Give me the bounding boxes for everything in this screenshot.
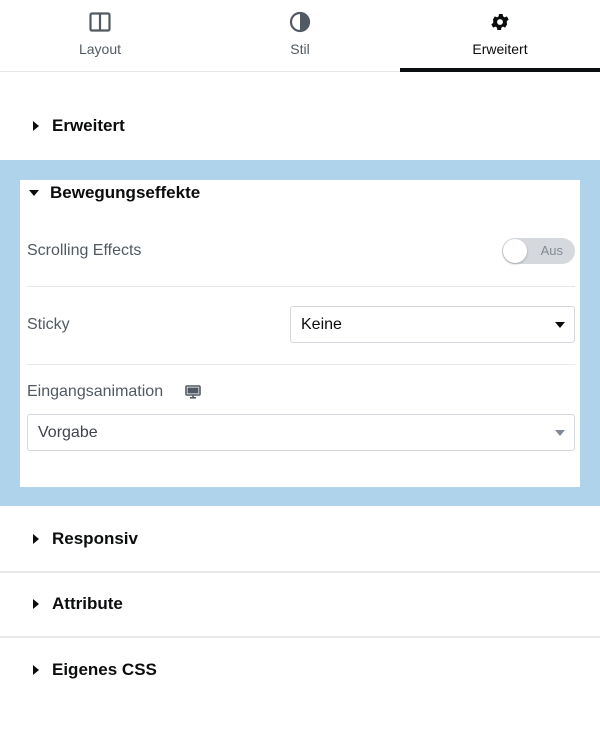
sticky-select-value: Keine bbox=[301, 315, 342, 333]
section-bewegungseffekte-header[interactable]: Bewegungseffekte bbox=[20, 180, 200, 206]
chevron-down-icon bbox=[555, 321, 565, 328]
scrolling-effects-toggle[interactable]: Aus bbox=[502, 238, 575, 264]
tab-erweitert-label: Erweitert bbox=[472, 41, 528, 57]
tab-bar: Layout Stil Erweitert bbox=[0, 0, 600, 72]
caret-right-icon bbox=[31, 534, 41, 544]
divider bbox=[27, 286, 575, 287]
section-responsiv: Responsiv bbox=[0, 507, 600, 571]
divider bbox=[27, 364, 575, 365]
tab-erweitert[interactable]: Erweitert bbox=[400, 0, 600, 72]
tab-layout-label: Layout bbox=[78, 41, 122, 57]
section-responsiv-header[interactable]: Responsiv bbox=[0, 507, 600, 571]
scrolling-effects-label: Scrolling Effects bbox=[27, 242, 142, 259]
eingangsanimation-label: Eingangsanimation bbox=[27, 383, 164, 400]
scrolling-effects-control: Scrolling Effects Aus bbox=[27, 238, 575, 264]
desktop-monitor-icon[interactable] bbox=[185, 385, 201, 399]
caret-right-icon bbox=[31, 665, 41, 675]
section-eigenes-css-title: Eigenes CSS bbox=[52, 660, 157, 679]
layout-columns-icon bbox=[89, 11, 111, 33]
tab-stil-label: Stil bbox=[290, 41, 310, 57]
section-responsiv-title: Responsiv bbox=[52, 529, 138, 548]
sticky-select[interactable]: Keine bbox=[290, 306, 575, 343]
sticky-control: Sticky Keine bbox=[27, 306, 575, 343]
section-erweitert-header[interactable]: Erweitert bbox=[0, 94, 600, 158]
section-attribute-header[interactable]: Attribute bbox=[0, 572, 600, 636]
section-attribute: Attribute bbox=[0, 572, 600, 636]
eingangsanimation-select-value: Vorgabe bbox=[38, 423, 98, 441]
tab-stil[interactable]: Stil bbox=[200, 0, 400, 71]
section-eigenes-css-header[interactable]: Eigenes CSS bbox=[0, 638, 600, 702]
section-erweitert-title: Erweitert bbox=[52, 116, 125, 135]
tab-layout[interactable]: Layout bbox=[0, 0, 200, 71]
eingangsanimation-control: Eingangsanimation bbox=[27, 381, 575, 403]
advanced-settings-panel: Layout Stil Erweitert Erweitert Bewegung… bbox=[0, 0, 600, 750]
sticky-label: Sticky bbox=[27, 315, 70, 333]
caret-right-icon bbox=[31, 599, 41, 609]
caret-down-icon bbox=[29, 188, 39, 198]
half-circle-contrast-icon bbox=[289, 11, 311, 33]
section-bewegungseffekte: Bewegungseffekte Scrolling Effects Aus S… bbox=[20, 180, 580, 487]
eingangsanimation-select[interactable]: Vorgabe bbox=[27, 414, 575, 451]
gear-icon bbox=[489, 11, 511, 33]
section-attribute-title: Attribute bbox=[52, 594, 123, 613]
toggle-state-text: Aus bbox=[540, 243, 563, 258]
toggle-knob bbox=[503, 239, 527, 263]
caret-right-icon bbox=[31, 121, 41, 131]
chevron-down-icon bbox=[555, 429, 565, 436]
section-bewegungseffekte-title: Bewegungseffekte bbox=[50, 183, 201, 202]
section-erweitert: Erweitert bbox=[0, 94, 600, 158]
section-eigenes-css: Eigenes CSS bbox=[0, 638, 600, 702]
